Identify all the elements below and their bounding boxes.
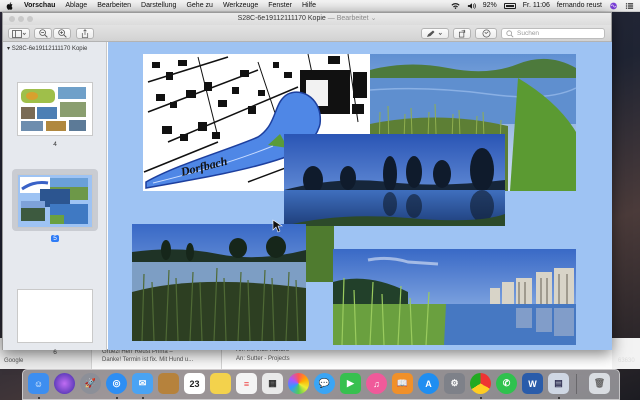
dock-word-icon[interactable]: W — [522, 373, 543, 394]
close-button[interactable] — [9, 16, 15, 22]
speaker-icon[interactable] — [467, 2, 476, 10]
dock-safari-icon[interactable]: ◎ — [106, 373, 127, 394]
dock-siri-icon[interactable] — [54, 373, 75, 394]
photo-canal-buildings — [333, 249, 576, 346]
dock-reminders-icon[interactable]: ≡ — [236, 373, 257, 394]
menu-darstellung[interactable]: Darstellung — [141, 2, 176, 9]
dock-facetime-icon[interactable]: ▶ — [340, 373, 361, 394]
pen-icon — [427, 30, 442, 37]
menu-bar: Vorschau Ablage Bearbeiten Darstellung G… — [0, 0, 640, 12]
dock-notes-icon[interactable] — [210, 373, 231, 394]
dock-photos-icon[interactable] — [288, 373, 309, 394]
clock[interactable]: Fr. 11:06 — [523, 2, 550, 9]
dock-photo-booth-icon[interactable]: ▦ — [262, 373, 283, 394]
rotate-icon — [458, 29, 465, 38]
title-bar[interactable]: S28C-6e19112111170 Kopie — Bearbeitet ⌄ — [3, 13, 611, 25]
dock-separator — [576, 374, 577, 394]
photo-lake-reflection — [284, 134, 505, 226]
menu-gehe-zu[interactable]: Gehe zu — [186, 2, 212, 9]
zoom-out-button[interactable] — [34, 28, 52, 39]
dock-messages-icon[interactable]: 💬 — [314, 373, 335, 394]
dock-whatsapp-icon[interactable]: ✆ — [496, 373, 517, 394]
disclosure-triangle-icon[interactable]: ▾ — [7, 46, 10, 52]
markup-pen-button[interactable] — [421, 28, 449, 39]
corner-label: 63630 — [618, 358, 635, 364]
page-number-5: 5 — [3, 235, 107, 242]
running-indicator — [558, 397, 560, 399]
preview-window[interactable]: S28C-6e19112111170 Kopie — Bearbeitet ⌄ … — [2, 12, 612, 356]
dock-app-store-icon[interactable]: A — [418, 373, 439, 394]
dock-calendar-icon[interactable]: 23 — [184, 373, 205, 394]
page-5-preview-image — [18, 175, 92, 227]
zoom-in-button[interactable] — [53, 28, 71, 39]
thumbnail-sidebar[interactable]: ▾ S28C-6e19112111170 Kopie 4 5 6 — [3, 42, 107, 356]
page-collage: Dorfbach — [132, 53, 577, 346]
document-page[interactable]: Dorfbach — [108, 42, 612, 350]
annotate-circle-icon — [482, 29, 490, 38]
zoom-out-icon — [38, 29, 48, 38]
dock: ☺ 🚀 ◎ ✉ 23 ≡ ▦ 💬 ▶ ♫ 📖 A ⚙ ✆ W ▤ 🗑 — [22, 369, 620, 400]
zoom-button[interactable] — [27, 16, 33, 22]
search-input[interactable]: Suchen — [501, 28, 605, 39]
wifi-icon[interactable] — [451, 2, 460, 10]
title-chevron-icon[interactable]: ⌄ — [371, 15, 377, 22]
menu-hilfe[interactable]: Hilfe — [302, 2, 316, 9]
app-menu[interactable]: Vorschau — [24, 2, 55, 9]
dock-trash-icon[interactable]: 🗑 — [589, 373, 610, 394]
search-placeholder: Suchen — [517, 30, 540, 37]
rotate-button[interactable] — [453, 28, 471, 39]
dock-chrome-icon[interactable] — [470, 373, 491, 394]
apple-menu-icon[interactable] — [6, 1, 14, 10]
page-number-6: 6 — [53, 349, 57, 356]
menu-werkzeuge[interactable]: Werkzeuge — [223, 2, 258, 9]
zoom-in-icon — [57, 29, 67, 38]
dock-preview-icon[interactable]: ▤ — [548, 373, 569, 394]
dock-notebook-icon[interactable] — [158, 373, 179, 394]
mail-preview-line-2: Danke! Termin ist fix. Mit Hund u... — [102, 357, 194, 363]
share-button[interactable] — [76, 28, 94, 39]
running-indicator — [142, 397, 144, 399]
window-title: S28C-6e19112111170 Kopie — [237, 15, 326, 22]
minimize-button[interactable] — [18, 16, 24, 22]
mail-recipient-2: An: Sutter - Projects — [236, 356, 290, 362]
battery-icon[interactable] — [503, 2, 516, 9]
page-4-preview-image — [18, 83, 92, 135]
dock-itunes-icon[interactable]: ♫ — [366, 373, 387, 394]
dock-mail-icon[interactable]: ✉ — [132, 373, 153, 394]
google-label: Google — [4, 358, 24, 364]
page-thumbnail-5[interactable] — [17, 174, 93, 228]
dock-finder-icon[interactable]: ☺ — [28, 373, 49, 394]
battery-percent[interactable]: 92% — [483, 2, 497, 9]
sidebar-toggle-button[interactable] — [8, 28, 30, 39]
window-title-status: — Bearbeitet — [327, 15, 369, 22]
running-indicator — [116, 397, 118, 399]
calendar-date: 23 — [189, 378, 200, 389]
menu-ablage[interactable]: Ablage — [65, 2, 87, 9]
page-number-5-badge: 5 — [51, 235, 59, 242]
notification-center-icon[interactable] — [625, 2, 634, 10]
sidebar-doc-title[interactable]: ▾ S28C-6e19112111170 Kopie — [7, 45, 87, 52]
user-name[interactable]: fernando reust — [557, 2, 602, 9]
page-thumbnail-6[interactable] — [17, 289, 93, 343]
toolbar: Suchen — [3, 25, 611, 42]
running-indicator — [480, 397, 482, 399]
menu-bearbeiten[interactable]: Bearbeiten — [97, 2, 131, 9]
dock-system-preferences-icon[interactable]: ⚙ — [444, 373, 465, 394]
menu-fenster[interactable]: Fenster — [268, 2, 292, 9]
dock-launchpad-icon[interactable]: 🚀 — [80, 373, 101, 394]
annotate-button[interactable] — [475, 28, 497, 39]
sidebar-icon — [12, 29, 26, 38]
search-icon — [506, 29, 514, 37]
sidebar-doc-title-text: S28C-6e19112111170 Kopie — [11, 46, 88, 52]
siri-menu-icon[interactable] — [609, 2, 618, 10]
share-icon — [81, 29, 89, 38]
dock-ibooks-icon[interactable]: 📖 — [392, 373, 413, 394]
page-thumbnail-4[interactable] — [17, 82, 93, 136]
photo-reeds-lake — [132, 224, 306, 342]
page-number-4: 4 — [53, 141, 57, 148]
running-indicator — [38, 397, 40, 399]
